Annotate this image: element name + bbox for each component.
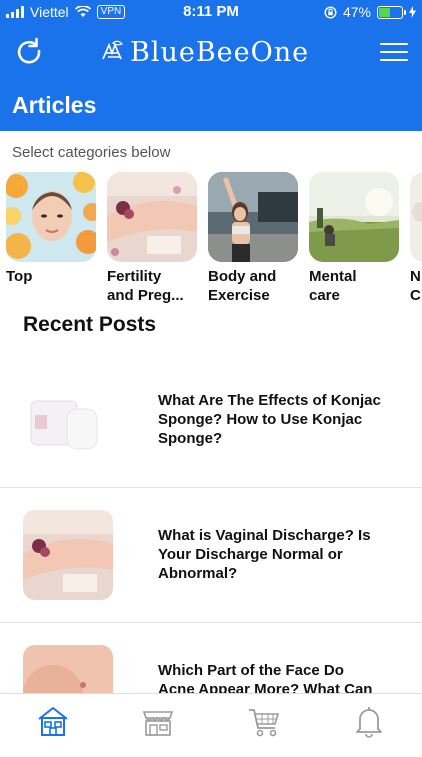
- category-label: Fertility and Preg...: [107, 268, 184, 304]
- orientation-lock-icon: [324, 5, 337, 19]
- category-top[interactable]: Top: [6, 172, 96, 286]
- battery-icon: [377, 5, 406, 19]
- page-title: Articles: [12, 92, 97, 118]
- category-fertility[interactable]: Fertility and Preg...: [107, 172, 197, 305]
- recent-posts-heading: Recent Posts: [23, 313, 157, 336]
- bottom-tab-bar: [0, 693, 422, 751]
- cart-icon[interactable]: [247, 704, 281, 738]
- category-label: Body and Exercise: [208, 268, 277, 304]
- category-label: N C: [410, 268, 421, 304]
- category-partial[interactable]: N C: [410, 172, 422, 305]
- category-label: Top: [6, 268, 33, 285]
- battery-percent: 47%: [342, 4, 371, 20]
- category-image: [309, 172, 399, 262]
- post-item[interactable]: What is Vaginal Discharge? Is Your Disch…: [0, 488, 422, 623]
- menu-icon[interactable]: [380, 38, 408, 64]
- status-bar: Viettel VPN 8:11 PM 47%: [0, 0, 422, 24]
- category-image: [107, 172, 197, 262]
- category-mental-care[interactable]: Mental care: [309, 172, 399, 305]
- category-image: [208, 172, 298, 262]
- post-item[interactable]: What Are The Effects of Konjac Sponge? H…: [0, 353, 422, 488]
- post-title[interactable]: What Are The Effects of Konjac Sponge? H…: [158, 391, 408, 448]
- category-prompt: Select categories below: [12, 144, 171, 161]
- category-label: Mental care: [309, 268, 357, 304]
- bee-logo-icon: [102, 40, 123, 60]
- post-title[interactable]: What is Vaginal Discharge? Is Your Disch…: [158, 526, 408, 583]
- category-carousel[interactable]: Top Fertility and Preg... Body and Exerc…: [6, 172, 422, 308]
- post-thumbnail: [23, 510, 113, 600]
- brand-logo: BlueBeeOne: [100, 34, 322, 70]
- charging-icon: [409, 6, 416, 18]
- category-image: [6, 172, 96, 262]
- brand-name: BlueBeeOne: [130, 36, 310, 68]
- post-thumbnail: [23, 375, 113, 465]
- bell-icon[interactable]: [352, 704, 386, 738]
- category-body-exercise[interactable]: Body and Exercise: [208, 172, 298, 305]
- home-icon[interactable]: [36, 704, 70, 738]
- refresh-icon[interactable]: [14, 36, 44, 66]
- category-image: [410, 172, 422, 262]
- top-header: Viettel VPN 8:11 PM 47% BlueBeeOne Artic…: [0, 0, 422, 131]
- app-bar: BlueBeeOne: [0, 26, 422, 78]
- store-icon[interactable]: [141, 704, 175, 738]
